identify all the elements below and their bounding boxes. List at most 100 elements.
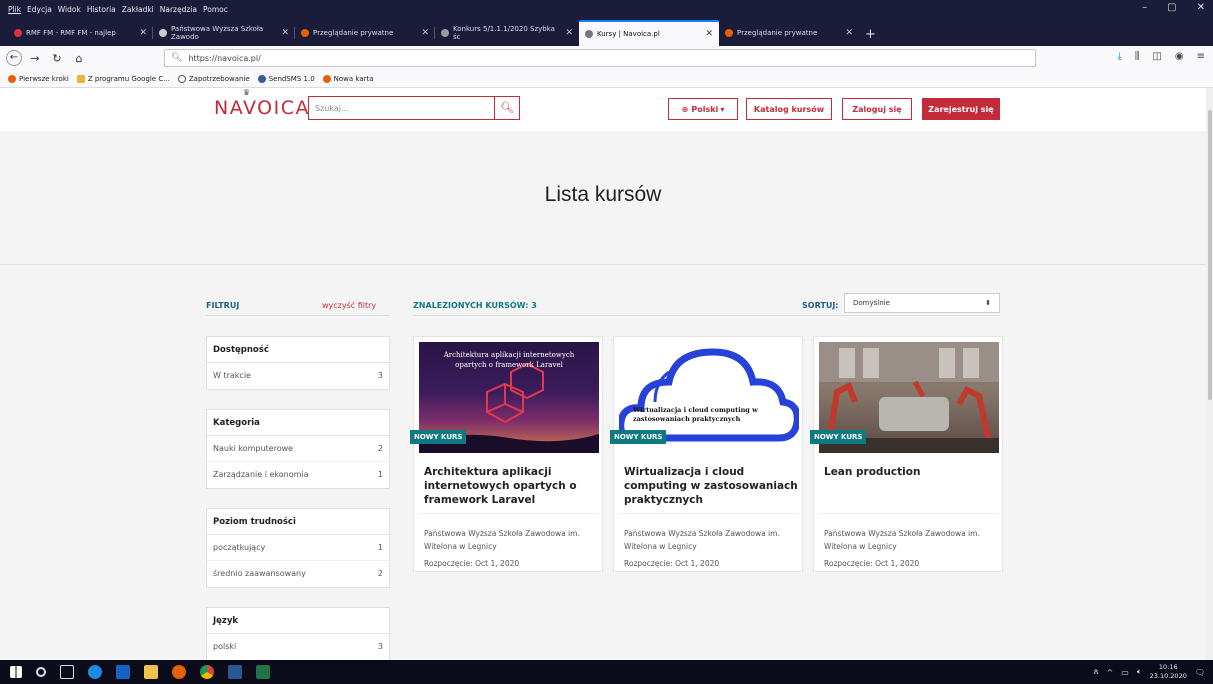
tab-navoica[interactable]: Kursy | Navoica.pl ✕ [579,20,719,46]
tab-private-1[interactable]: Przeglądanie prywatne ✕ [295,20,435,46]
edge-icon[interactable] [88,665,102,679]
filter-group-title: Kategoria [207,410,389,436]
search-button[interactable]: 🔍︎ [494,96,520,120]
filter-option[interactable]: Nauki komputerowe 2 [207,436,389,462]
search-icon: 🔍︎ [500,101,514,114]
thumbnail-caption: Architektura aplikacji internetowych opa… [443,351,575,369]
course-title[interactable]: Architektura aplikacji internetowych opa… [424,465,599,507]
menu-tools[interactable]: Narzędzia [160,5,197,14]
filter-option[interactable]: polski 3 [207,634,389,660]
sidebar-icon[interactable]: ◫ [1152,51,1161,62]
word-icon[interactable] [228,665,242,679]
task-view-icon[interactable] [60,665,74,679]
file-explorer-icon[interactable] [144,665,158,679]
windows-start-icon[interactable] [10,666,22,678]
tab-close-icon[interactable]: ✕ [277,28,289,38]
login-button[interactable]: Zaloguj się [842,98,912,120]
filter-option[interactable]: W trakcie 3 [207,363,389,389]
scrollbar-thumb[interactable] [1208,110,1212,400]
bookmark-sendsms[interactable]: SendSMS 1.0 [257,74,315,83]
clock-date: 23.10.2020 [1149,672,1187,680]
filter-option-count: 2 [377,569,383,578]
results-count: ZNALEZIONYCH KURSÓW: 3 [413,301,537,310]
close-window-icon[interactable]: ✕ [1197,2,1205,13]
firefox-icon[interactable] [172,665,186,679]
sms-icon [257,74,266,83]
filter-group-difficulty: Poziom trudności początkujący 1 średnio z… [206,508,390,588]
reload-icon[interactable]: ↻ [48,52,66,65]
bookmark-nowa-karta[interactable]: Nowa karta [322,74,374,83]
course-card[interactable]: NOWY KURS Lean production Państwowa Wyżs… [810,336,1003,572]
globe-icon: ⊕ [681,104,689,114]
navigation-bar: ← → ↻ ⌂ 🔍︎ https://navoica.pl/ ⤓ ⫼ ◫ ◉ ≡ [0,46,1213,70]
url-bar[interactable]: 🔍︎ https://navoica.pl/ [164,49,1036,67]
account-icon[interactable]: ◉ [1175,51,1184,62]
menu-history[interactable]: Historia [87,5,116,14]
menu-bookmarks[interactable]: Zakładki [122,5,154,14]
chevron-up-icon[interactable]: ^ [1107,668,1114,677]
new-course-badge: NOWY KURS [410,430,467,444]
download-icon[interactable]: ⤓ [1117,51,1121,62]
search-input[interactable]: Szukaj... [308,96,495,120]
chrome-icon[interactable] [200,665,214,679]
outlook-icon[interactable] [116,665,130,679]
tab-label: RMF FM - RMF FM - najlep [26,29,116,37]
forward-arrow-icon[interactable]: → [26,52,44,65]
course-title[interactable]: Wirtualizacja i cloud computing w zastos… [624,465,799,507]
minimize-icon[interactable]: – [1142,2,1147,13]
filter-option[interactable]: Zarządzanie i ekonomia 1 [207,462,389,488]
language-button[interactable]: ⊕ Polski ▾ [668,98,738,120]
people-icon[interactable]: ጰ [1094,667,1099,677]
menu-edit[interactable]: Edycja [27,5,52,14]
tab-favicon-icon [159,29,167,37]
divider [819,513,999,514]
bookmark-zapotrzebowanie[interactable]: Zapotrzebowanie [177,74,250,83]
library-icon[interactable]: ⫼ [1135,51,1140,62]
course-start-date: Rozpoczęcie: Oct 1, 2020 [624,559,720,568]
sort-select[interactable]: Domyślnie ⬍ [844,293,1000,313]
home-icon[interactable]: ⌂ [70,52,88,65]
filter-option-label: początkujący [213,543,266,552]
navoica-logo[interactable]: ♛ NAVOICA [214,88,310,119]
tab-rmf[interactable]: RMF FM - RMF FM - najlep ✕ [8,20,153,46]
menu-help[interactable]: Pomoc [203,5,228,14]
filter-option[interactable]: początkujący 1 [207,535,389,561]
tab-close-icon[interactable]: ✕ [841,28,853,38]
tab-close-icon[interactable]: ✕ [701,29,713,39]
menu-hamburger-icon[interactable]: ≡ [1197,51,1205,62]
page-title: Lista kursów [544,183,662,206]
maximize-icon[interactable]: ▢ [1167,2,1176,13]
tab-label: Przeglądanie prywatne [313,29,394,37]
filter-option[interactable]: średnio zaawansowany 2 [207,561,389,587]
register-button[interactable]: Zarejestruj się [922,98,1000,120]
bookmark-google-folder[interactable]: Z programu Google C... [76,74,170,83]
volume-icon[interactable]: 🔈︎ [1137,667,1142,677]
thumbnail-caption: Wirtualizacja i cloud computing w zastos… [633,406,758,423]
tab-pwsz[interactable]: Państwowa Wyższa Szkoła Zawodo ✕ [153,20,295,46]
language-label: Polski [691,104,719,114]
filter-option-count: 1 [377,543,383,552]
menu-view[interactable]: Widok [58,5,81,14]
notifications-icon[interactable]: 🗨︎ [1195,668,1205,677]
tab-close-icon[interactable]: ✕ [417,28,429,38]
clock[interactable]: 10:16 23.10.2020 [1150,663,1187,681]
tab-close-icon[interactable]: ✕ [135,28,147,38]
network-icon[interactable]: ▭ [1121,668,1129,677]
course-card[interactable]: Architektura aplikacji internetowych opa… [410,336,603,572]
new-tab-icon[interactable]: + [865,27,876,46]
tab-close-icon[interactable]: ✕ [561,28,573,38]
menu-file[interactable]: Plik [8,5,21,14]
bookmark-pierwsze-kroki[interactable]: Pierwsze kroki [8,74,69,83]
course-title[interactable]: Lean production [824,465,999,479]
excel-icon[interactable] [256,665,270,679]
crown-icon: ♛ [243,88,252,97]
back-arrow-icon[interactable]: ← [6,50,22,66]
course-organization: Państwowa Wyższa Szkoła Zawodowa im. Wit… [624,529,780,551]
course-card[interactable]: Wirtualizacja i cloud computing w zastos… [610,336,803,572]
catalog-button[interactable]: Katalog kursów [746,98,832,120]
tab-konkurs[interactable]: Konkurs 5/1.1.1/2020 Szybka śc ✕ [435,20,579,46]
new-course-badge: NOWY KURS [810,430,867,444]
search-icon[interactable] [36,667,46,677]
tab-private-2[interactable]: Przeglądanie prywatne ✕ [719,20,859,46]
clear-filters-link[interactable]: wyczyść filtry [322,301,376,310]
